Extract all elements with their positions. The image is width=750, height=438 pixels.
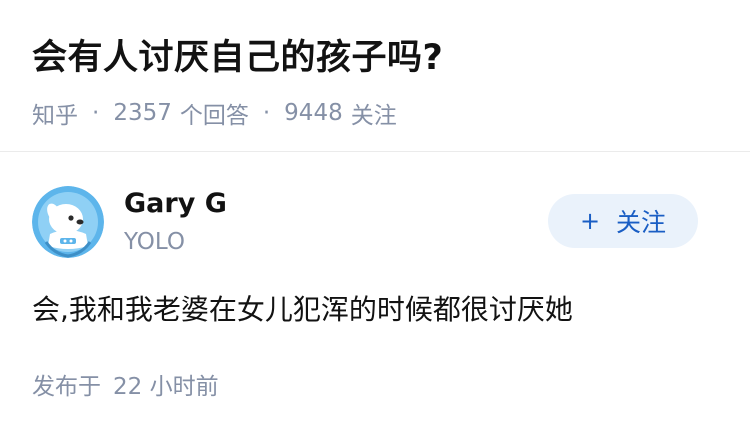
answer-timestamp: 发布于 22 小时前 [32, 370, 219, 404]
meta-separator: · [92, 100, 100, 126]
author-name[interactable]: Gary G [124, 186, 227, 222]
posted-label: 发布于 [32, 374, 101, 400]
puppy-avatar-icon[interactable] [32, 186, 104, 258]
follow-button-label: 关注 [616, 208, 667, 237]
question-header: 会有人讨厌自己的孩子吗? 知乎 · 2357 个回答 · 9448 关注 [0, 0, 750, 151]
posted-time: 22 小时前 [113, 374, 219, 400]
author-info: Gary G YOLO + 关注 [32, 186, 718, 262]
answer-content[interactable]: 会,我和我老婆在女儿犯浑的时候都很讨厌她 [32, 290, 573, 330]
source-label[interactable]: 知乎 [32, 96, 78, 130]
question-title[interactable]: 会有人讨厌自己的孩子吗? [32, 30, 718, 86]
answer-count-label: 个回答 [179, 103, 249, 129]
answer-count: 2357 [113, 100, 172, 126]
follower-count: 9448 [284, 100, 343, 126]
author-bio: YOLO [124, 229, 185, 255]
follower-count-label: 关注 [350, 103, 397, 129]
avatar-image [32, 186, 104, 258]
follow-button[interactable]: + 关注 [548, 194, 698, 248]
plus-icon: + [579, 207, 601, 235]
question-meta: 知乎 · 2357 个回答 · 9448 关注 [32, 96, 718, 130]
meta-separator: · [262, 100, 271, 126]
section-divider [0, 151, 750, 152]
